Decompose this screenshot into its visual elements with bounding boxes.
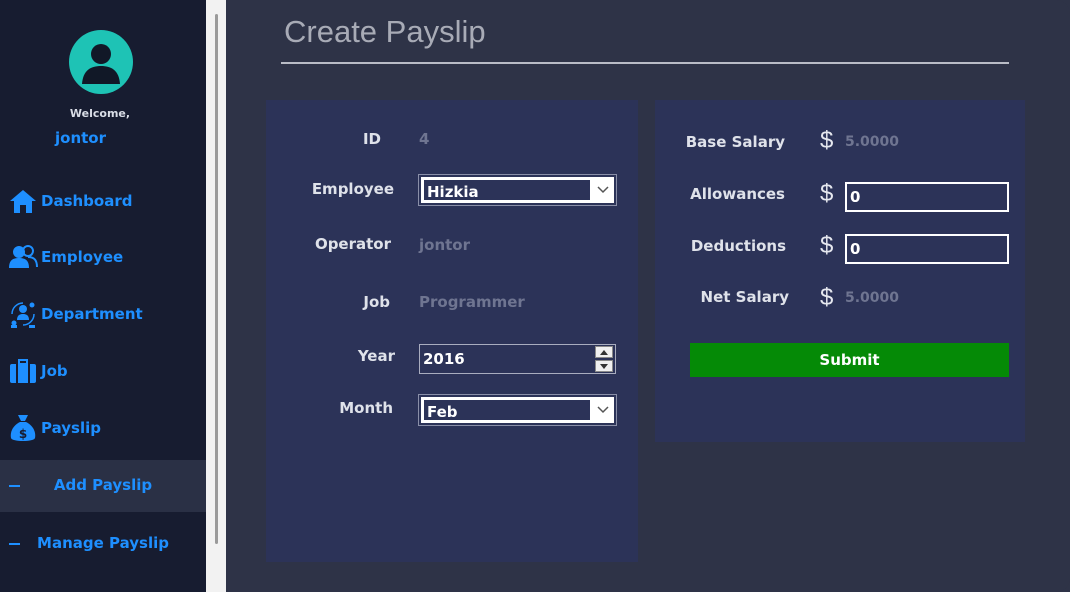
chevron-down-icon[interactable] [592, 406, 614, 414]
title-divider [281, 62, 1009, 64]
sidebar-item-payslip[interactable]: $ Payslip [0, 402, 206, 454]
money-bag-icon: $ [8, 413, 38, 443]
sidebar-item-label: Department [41, 305, 143, 323]
spinner-up-icon[interactable] [595, 346, 613, 358]
job-value: Programmer [419, 293, 525, 311]
allowances-input[interactable] [845, 182, 1009, 212]
year-label: Year [357, 347, 395, 365]
net-salary-label: Net Salary [700, 288, 789, 306]
month-label: Month [339, 399, 393, 417]
payslip-details-panel: ID 4 Employee Hizkia Operator jontor Job… [266, 100, 638, 562]
id-value: 4 [419, 130, 430, 148]
dollar-icon: $ [820, 284, 834, 311]
year-spinner[interactable]: 2016 [419, 344, 616, 374]
dollar-icon: $ [820, 180, 834, 207]
sidebar-item-job[interactable]: Job [0, 345, 206, 397]
sidebar-scrollbar-thumb[interactable] [215, 14, 218, 544]
year-spinner-value: 2016 [423, 350, 465, 368]
month-select-value: Feb [422, 398, 592, 422]
job-label: Job [363, 293, 390, 311]
sidebar-item-label: Payslip [41, 419, 101, 437]
base-salary-label: Base Salary [685, 133, 785, 151]
sidebar-item-label: Employee [41, 248, 124, 266]
base-salary-value: 5.0000 [845, 134, 900, 150]
sidebar-item-dashboard[interactable]: Dashboard [0, 175, 206, 227]
chevron-down-icon[interactable] [592, 186, 614, 194]
dollar-icon: $ [820, 232, 834, 259]
welcome-text: Welcome, [69, 107, 131, 120]
home-icon [8, 186, 38, 216]
svg-text:$: $ [19, 427, 27, 441]
id-label: ID [362, 130, 381, 148]
allowances-label: Allowances [690, 185, 785, 203]
username: jontor [55, 129, 106, 147]
sidebar-subitem-label: Manage Payslip [37, 534, 169, 552]
employee-label: Employee [311, 180, 394, 198]
employee-select[interactable]: Hizkia [418, 174, 617, 206]
net-salary-value: 5.0000 [845, 290, 900, 306]
page-title: Create Payslip [284, 14, 486, 49]
main-content: Create Payslip ID 4 Employee Hizkia Oper… [226, 0, 1070, 592]
sidebar-subitem-add-payslip[interactable]: Add Payslip [0, 460, 206, 512]
salary-panel: Base Salary $ 5.0000 Allowances $ Deduct… [655, 100, 1025, 442]
sidebar-subitem-label: Add Payslip [53, 476, 153, 494]
dollar-icon: $ [820, 127, 834, 154]
deductions-input[interactable] [845, 234, 1009, 264]
sidebar-item-employee[interactable]: Employee [0, 231, 206, 283]
month-select[interactable]: Feb [418, 394, 617, 426]
spinner-down-icon[interactable] [595, 360, 613, 372]
operator-label: Operator [314, 235, 391, 253]
sidebar-subitem-manage-payslip[interactable]: Manage Payslip [0, 518, 206, 570]
submit-button[interactable]: Submit [690, 343, 1009, 377]
briefcase-icon [8, 356, 38, 386]
sidebar-item-label: Job [41, 362, 68, 380]
deductions-label: Deductions [690, 237, 786, 255]
employee-select-value: Hizkia [422, 178, 592, 202]
operator-value: jontor [419, 236, 470, 254]
sidebar: Welcome, jontor Dashboard Employee Depar… [0, 0, 206, 592]
users-icon [8, 242, 38, 272]
spinner-buttons [595, 346, 613, 372]
sidebar-item-label: Dashboard [41, 192, 133, 210]
sidebar-item-department[interactable]: Department [0, 288, 206, 340]
avatar-icon [69, 30, 133, 94]
department-icon [8, 299, 38, 329]
